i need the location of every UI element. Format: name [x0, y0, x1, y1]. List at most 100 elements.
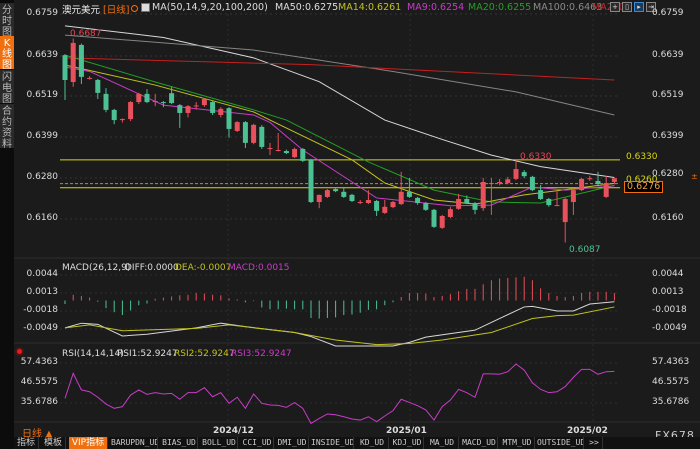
candle-body	[152, 101, 158, 103]
candle-body	[87, 77, 93, 79]
tab-bias[interactable]: BIAS_UD	[161, 437, 198, 449]
tab-barupdn[interactable]: BARUPDN_UD	[111, 437, 158, 449]
candle-body	[144, 93, 150, 103]
ma14-value: MA14:0.6261	[338, 2, 402, 13]
rsi-title: RSI(14,14,14)	[62, 349, 124, 359]
candle-body	[595, 180, 601, 184]
tab-indicators[interactable]: 指标	[14, 437, 39, 449]
macd-axis-right-label: 0.0013	[652, 287, 684, 297]
price-axis-right-label: 0.6639	[652, 50, 684, 60]
tab-macd[interactable]: MACD_UD	[461, 437, 498, 449]
candle-body	[300, 148, 306, 161]
candle-body	[119, 119, 125, 121]
crosshair-icon[interactable]: +	[610, 2, 620, 12]
candle-body	[308, 159, 314, 203]
price-axis-left-label: 0.6519	[26, 90, 59, 100]
hline-upper-label: 0.6330	[626, 152, 658, 162]
range-icon[interactable]: ▯	[622, 2, 632, 12]
candle-body	[423, 203, 429, 210]
price-axis-left-label: 0.6160	[26, 213, 59, 223]
tab-cci[interactable]: CCI_UD	[241, 437, 274, 449]
price-axis-left-label: 0.6399	[26, 131, 59, 141]
candle-body	[382, 206, 388, 213]
rsi-axis-right-label: 57.4363	[652, 357, 690, 367]
price-axis-left-label: 0.6639	[26, 50, 59, 60]
candle-body	[611, 178, 617, 182]
play-cursor-icon[interactable]: ▸	[634, 2, 644, 12]
candle-body	[513, 169, 519, 179]
candle-body	[242, 122, 248, 143]
candle-body	[415, 197, 421, 204]
rsi-axis-left-label: 46.5575	[20, 377, 58, 387]
tab-inside[interactable]: INSIDE_UD	[311, 437, 354, 449]
tab-more[interactable]: >>	[586, 437, 603, 449]
candle-body	[292, 148, 298, 158]
period-label[interactable]: [日线]	[103, 2, 129, 16]
tab-boll[interactable]: BOLL_UD	[201, 437, 238, 449]
candle-body	[529, 176, 535, 191]
time-axis-label: 2025/01	[386, 426, 427, 436]
candle-body	[160, 102, 166, 104]
candle-body	[390, 202, 396, 208]
candle-body	[78, 44, 84, 77]
candle-body	[439, 215, 445, 228]
candle-body	[136, 93, 142, 103]
high-price-label: 0.6687	[70, 29, 102, 39]
ma50-value: MA50:0.6275	[275, 2, 339, 13]
tab-mtm[interactable]: MTM_UD	[500, 437, 535, 449]
macd-axis-left-label: 0.0044	[26, 269, 59, 279]
symbol-title: 澳元美元	[62, 5, 101, 16]
chart-canvas[interactable]	[0, 0, 700, 449]
tab-vip-indicators[interactable]: VIP指标	[69, 437, 108, 449]
price-axis-right-label: 0.6399	[652, 131, 684, 141]
candle-body	[111, 109, 117, 121]
tab-templates[interactable]: 模板	[41, 437, 66, 449]
low-price-label: 0.6087	[569, 245, 601, 255]
candle-body	[275, 150, 281, 151]
candle-body	[579, 178, 585, 191]
candle-body	[259, 126, 265, 147]
candle-body	[406, 191, 412, 197]
rsi-axis-left-label: 57.4363	[20, 357, 58, 367]
pin-icon[interactable]: ±	[691, 172, 698, 181]
candle-body	[324, 190, 330, 197]
macd-value: MACD:0.0015	[228, 263, 290, 273]
candle-body	[570, 190, 576, 203]
candle-body	[374, 201, 380, 211]
macd-axis-right-label: -0.0049	[652, 323, 687, 333]
settings-circle-icon[interactable]	[131, 5, 138, 12]
candle-body	[226, 108, 232, 129]
rsi-axis-right-label: 46.5575	[652, 377, 690, 387]
record-dot-icon[interactable]	[17, 349, 22, 354]
candle-body	[546, 198, 552, 206]
tab-kdj[interactable]: KDJ_UD	[391, 437, 424, 449]
ma-indicator-icon[interactable]	[141, 3, 150, 12]
tab-kd[interactable]: KD_UD	[356, 437, 389, 449]
candle-body	[316, 194, 322, 203]
candle-body	[193, 105, 199, 107]
ma20-value: MA20:0.6255	[468, 2, 532, 13]
macd-axis-left-label: -0.0049	[23, 323, 58, 333]
time-axis-label: 2025/02	[567, 426, 608, 436]
rsi-axis-left-label: 35.6786	[20, 397, 58, 407]
candle-body	[603, 182, 609, 197]
candle-body	[398, 191, 404, 205]
current-price-box: 0.6276	[624, 181, 664, 193]
peak-price-label: 0.6330	[520, 152, 552, 162]
macd-title: MACD(26,12,9)	[62, 263, 131, 273]
candle-body	[488, 182, 494, 184]
candle-body	[210, 102, 216, 113]
price-axis-right-label: 0.6759	[652, 8, 684, 18]
price-axis-left-label: 0.6759	[26, 8, 59, 18]
rsi3-value: RSI3:52.9247	[231, 349, 292, 359]
candle-body	[267, 147, 273, 149]
tab-dmi[interactable]: DMI_UD	[276, 437, 309, 449]
candle-body	[365, 199, 371, 204]
tab-outside[interactable]: OUTSIDE_UD	[537, 437, 584, 449]
candle-body	[234, 122, 240, 131]
tab-ma[interactable]: MA_UD	[426, 437, 459, 449]
ma-params: MA(50,14,9,20,100,200)	[152, 2, 268, 13]
candle-body	[95, 79, 101, 93]
candle-body	[177, 105, 183, 113]
macd-axis-right-label: 0.0044	[652, 269, 684, 279]
